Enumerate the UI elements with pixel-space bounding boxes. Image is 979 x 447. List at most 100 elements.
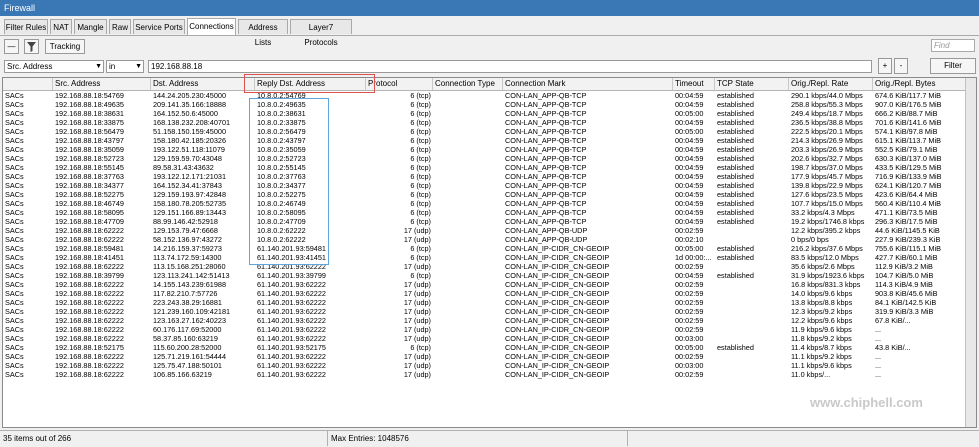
table-row[interactable]: SACs 192.168.88.18:38631 164.152.50.6:4500… [3, 109, 976, 118]
table-cell: CON-LAN_APP-QB-TCP [505, 136, 587, 145]
tab-connections[interactable]: Connections [187, 18, 236, 35]
table-row[interactable]: SACs 192.168.88.18:62222 123.163.27.162:40… [3, 316, 976, 325]
table-cell: CON-LAN_IP-CIDR_CN-GEOIP [505, 316, 610, 325]
table-row[interactable]: SACs 192.168.88.18:62222 117.82.210.7:5772… [3, 289, 976, 298]
table-cell [715, 325, 789, 334]
table-cell: 112.9 KiB/3.2 MiB [875, 262, 933, 271]
column-header[interactable] [3, 78, 53, 90]
tab-filter-rules[interactable]: Filter Rules [4, 19, 48, 34]
table-row[interactable]: SACs 192.168.88.18:62222 113.15.168.251:28… [3, 262, 976, 271]
table-cell: 11.0 kbps/... [791, 370, 831, 379]
tab-service-ports[interactable]: Service Ports [133, 19, 185, 34]
table-row[interactable]: SACs 192.168.88.18:56479 51.158.150.159:45… [3, 127, 976, 136]
table-row[interactable]: SACs 192.168.88.18:62222 106.85.166.63219 6… [3, 370, 976, 379]
tab-nat[interactable]: NAT [50, 19, 72, 34]
column-header[interactable]: Timeout [673, 78, 715, 90]
remove-button[interactable]: — [4, 39, 19, 54]
table-cell: 114.3 KiB/4.9 MiB [875, 280, 933, 289]
table-row[interactable]: SACs 192.168.88.18:62222 58.152.136.97:432… [3, 235, 976, 244]
filter-value-input[interactable]: 192.168.88.18 [148, 60, 872, 73]
table-cell [715, 307, 789, 316]
remove-filter-button[interactable]: - [894, 58, 908, 74]
table-cell [433, 100, 503, 109]
table-cell: 6 (tcp) [410, 244, 431, 253]
table-cell: SACs [5, 370, 24, 379]
table-cell: established [717, 109, 754, 118]
table-cell: 6 (tcp) [410, 145, 431, 154]
table-cell: 192.168.88.18:52723 [55, 154, 124, 163]
table-cell: SACs [5, 307, 24, 316]
table-row[interactable]: SACs 192.168.88.18:62222 223.243.38.29:168… [3, 298, 976, 307]
tab-mangle[interactable]: Mangle [74, 19, 107, 34]
table-row[interactable]: SACs 192.168.88.18:34377 164.152.34.41:378… [3, 181, 976, 190]
table-row[interactable]: SACs 192.168.88.18:37763 193.122.12.171:21… [3, 172, 976, 181]
table-cell: established [717, 217, 754, 226]
table-row[interactable]: SACs 192.168.88.18:62222 121.239.160.109:4… [3, 307, 976, 316]
table-row[interactable]: SACs 192.168.88.18:52723 129.159.59.70:430… [3, 154, 976, 163]
table-row[interactable]: SACs 192.168.88.18:52275 129.159.193.97:42… [3, 190, 976, 199]
table-cell: 192.168.88.18:62222 [55, 226, 124, 235]
filter-toggle-button[interactable] [24, 39, 39, 54]
table-cell: 00:04:59 [675, 136, 704, 145]
table-cell: 00:02:59 [675, 280, 704, 289]
table-row[interactable]: SACs 192.168.88.18:62222 60.176.117.69:520… [3, 325, 976, 334]
column-header[interactable]: Orig./Repl. Bytes [873, 78, 968, 90]
table-row[interactable]: SACs 192.168.88.18:52175 115.60.200.28:520… [3, 343, 976, 352]
filter-button[interactable]: Filter [930, 58, 976, 74]
table-row[interactable]: SACs 192.168.88.18:55145 89.58.31.43:43632… [3, 163, 976, 172]
find-input[interactable]: Find [931, 39, 975, 52]
table-cell: established [717, 244, 754, 253]
column-header[interactable]: Protocol [366, 78, 433, 90]
table-cell [433, 280, 503, 289]
table-cell: 17 (udp) [403, 325, 431, 334]
table-row[interactable]: SACs 192.168.88.18:49635 209.141.35.166:18… [3, 100, 976, 109]
table-cell: SACs [5, 208, 24, 217]
table-cell: SACs [5, 181, 24, 190]
vertical-scrollbar[interactable] [965, 78, 976, 427]
table-row[interactable]: SACs 192.168.88.18:62222 125.71.219.161:54… [3, 352, 976, 361]
table-row[interactable]: SACs 192.168.88.18:62222 58.37.85.160:6321… [3, 334, 976, 343]
table-row[interactable]: SACs 192.168.88.18:46749 158.180.78.205:52… [3, 199, 976, 208]
table-cell [433, 334, 503, 343]
table-cell: 192.168.88.18:62222 [55, 334, 124, 343]
tab-address-lists[interactable]: Address Lists [238, 19, 288, 47]
table-cell [433, 109, 503, 118]
table-row[interactable]: SACs 192.168.88.18:41451 113.74.172.59:143… [3, 253, 976, 262]
table-row[interactable]: SACs 192.168.88.18:58095 129.151.166.89:13… [3, 208, 976, 217]
column-header[interactable]: Connection Mark [503, 78, 673, 90]
table-cell: 11.9 kbps/9.6 kbps [791, 325, 852, 334]
column-header[interactable]: Dst. Address [151, 78, 255, 90]
column-header[interactable]: TCP State [715, 78, 789, 90]
table-cell: 574.1 KiB/97.8 MiB [875, 127, 938, 136]
tracking-button[interactable]: Tracking [45, 39, 85, 54]
table-cell [433, 370, 503, 379]
table-cell: 290.1 kbps/44.0 Mbps [791, 91, 863, 100]
table-cell: 198.7 kbps/37.0 Mbps [791, 163, 863, 172]
table-row[interactable]: SACs 192.168.88.18:35059 193.122.51.118:11… [3, 145, 976, 154]
add-filter-button[interactable]: + [878, 58, 892, 74]
tab-raw[interactable]: Raw [109, 19, 131, 34]
table-row[interactable]: SACs 192.168.88.18:62222 129.153.79.47:666… [3, 226, 976, 235]
table-row[interactable]: SACs 192.168.88.18:39799 123.113.241.142:5… [3, 271, 976, 280]
items-count: 35 items out of 266 [0, 431, 328, 446]
column-header[interactable]: Connection Type [433, 78, 503, 90]
table-cell: 00:02:59 [675, 226, 704, 235]
table-row[interactable]: SACs 192.168.88.18:43797 158.180.42.185:20… [3, 136, 976, 145]
column-header[interactable]: Src. Address [53, 78, 151, 90]
table-cell: 00:02:59 [675, 289, 704, 298]
table-row[interactable]: SACs 192.168.88.18:47709 88.99.146.42:5291… [3, 217, 976, 226]
table-cell: 11.4 kbps/8.7 kbps [791, 343, 852, 352]
tab-layer7-protocols[interactable]: Layer7 Protocols [290, 19, 352, 47]
filter-operator-select[interactable]: in ▼ [106, 60, 144, 73]
table-cell: 6 (tcp) [410, 154, 431, 163]
table-row[interactable]: SACs 192.168.88.18:62222 14.155.143.239:61… [3, 280, 976, 289]
table-cell: 00:04:59 [675, 271, 704, 280]
filter-field-select[interactable]: Src. Address ▼ [4, 60, 104, 73]
table-row[interactable]: SACs 192.168.88.18:59481 14.216.159.37:592… [3, 244, 976, 253]
table-row[interactable]: SACs 192.168.88.18:62222 125.75.47.188:501… [3, 361, 976, 370]
table-cell: established [717, 100, 754, 109]
column-header[interactable]: Orig./Repl. Rate [789, 78, 873, 90]
table-row[interactable]: SACs 192.168.88.18:33875 168.138.232.208:4… [3, 118, 976, 127]
table-row[interactable]: SACs 192.168.88.18:54769 144.24.205.230:45… [3, 91, 976, 100]
table-cell: established [717, 136, 754, 145]
